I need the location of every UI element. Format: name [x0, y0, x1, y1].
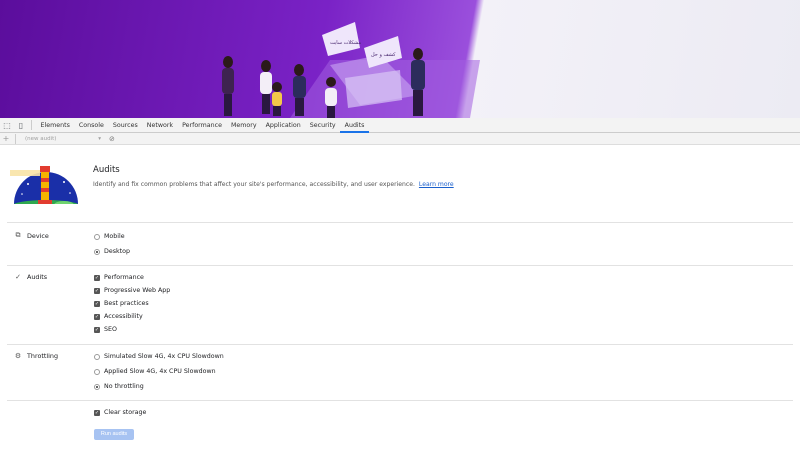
audits-title: Audits: [93, 165, 120, 175]
tab-separator: [31, 120, 32, 130]
audits-toolbar: + (new audit) ▾ ⊘: [0, 133, 800, 145]
run-audits-button[interactable]: Run audits: [94, 429, 134, 440]
radio-mobile[interactable]: [94, 233, 100, 240]
hero-illustration: ﻣﺸﮑﻼﺕ ﺳﺎﯾﺖ ﮐﺸﻒ ﻭ ﺣﻞ: [222, 22, 480, 118]
throttling-option-applied[interactable]: Applied Slow 4G, 4x CPU Slowdown: [94, 368, 216, 375]
audit-option-label: Performance: [104, 274, 144, 281]
checkmark-icon: ✓: [15, 273, 21, 281]
divider: [7, 265, 793, 266]
device-toolbar-icon[interactable]: ▯: [14, 118, 28, 132]
device-label: Device: [27, 231, 49, 240]
clear-storage-label: Clear storage: [104, 409, 147, 416]
throttling-section-label: ⚙ Throttling: [13, 352, 58, 360]
throttling-option-simulated[interactable]: Simulated Slow 4G, 4x CPU Slowdown: [94, 353, 224, 360]
device-option-desktop[interactable]: Desktop: [94, 248, 130, 255]
device-option-label: Desktop: [104, 248, 130, 255]
lighthouse-logo: [10, 166, 78, 204]
checkbox-accessibility[interactable]: ✓: [94, 313, 100, 320]
divider: [7, 222, 793, 223]
toolbar-separator: [15, 133, 16, 144]
checkbox-seo[interactable]: ✓: [94, 326, 100, 333]
device-option-mobile[interactable]: Mobile: [94, 233, 125, 240]
audit-option-performance[interactable]: ✓ Performance: [94, 274, 144, 281]
device-option-label: Mobile: [104, 233, 125, 240]
tab-sources[interactable]: Sources: [108, 118, 142, 133]
device-icon: ⧉: [15, 231, 21, 239]
tab-console[interactable]: Console: [74, 118, 108, 133]
dropdown-arrow-icon: ▾: [98, 135, 101, 142]
audits-label: Audits: [27, 273, 48, 281]
throttling-option-label: Applied Slow 4G, 4x CPU Slowdown: [104, 368, 216, 375]
audit-option-label: SEO: [104, 326, 117, 333]
audit-option-accessibility[interactable]: ✓ Accessibility: [94, 313, 143, 320]
throttling-option-label: Simulated Slow 4G, 4x CPU Slowdown: [104, 353, 224, 360]
checkbox-clear-storage[interactable]: ✓: [94, 409, 100, 416]
tab-performance[interactable]: Performance: [178, 118, 227, 133]
throttling-option-none[interactable]: No throttling: [94, 383, 144, 390]
audit-select-value: (new audit): [25, 135, 57, 142]
clear-block-icon[interactable]: ⊘: [109, 135, 115, 143]
tab-application[interactable]: Application: [261, 118, 305, 133]
radio-simulated[interactable]: [94, 353, 100, 360]
audit-option-label: Best practices: [104, 300, 149, 307]
radio-no-throttling[interactable]: [94, 383, 100, 390]
device-section-label: ⧉ Device: [13, 231, 49, 240]
devtools-tab-bar: ⬚ ▯ Elements Console Sources Network Per…: [0, 118, 800, 133]
checkbox-performance[interactable]: ✓: [94, 274, 100, 281]
bubble-right-text: ﮐﺸﻒ ﻭ ﺣﻞ: [371, 52, 396, 58]
tab-network[interactable]: Network: [142, 118, 177, 133]
audit-option-best-practices[interactable]: ✓ Best practices: [94, 300, 149, 307]
new-audit-plus-icon[interactable]: +: [0, 134, 12, 143]
audit-select[interactable]: (new audit) ▾: [25, 136, 101, 142]
audit-option-seo[interactable]: ✓ SEO: [94, 326, 117, 333]
tab-security[interactable]: Security: [305, 118, 340, 133]
tab-memory[interactable]: Memory: [226, 118, 261, 133]
learn-more-link[interactable]: Learn more: [419, 181, 454, 188]
audits-description: Identify and fix common problems that af…: [93, 181, 454, 188]
throttling-option-label: No throttling: [104, 383, 144, 390]
throttling-label: Throttling: [27, 352, 59, 360]
audit-option-label: Progressive Web App: [104, 287, 171, 294]
radio-desktop[interactable]: [94, 248, 100, 255]
audits-section-label: ✓ Audits: [13, 273, 47, 281]
tab-elements[interactable]: Elements: [36, 118, 74, 133]
radio-applied[interactable]: [94, 368, 100, 375]
gear-icon: ⚙: [14, 352, 22, 360]
checkbox-pwa[interactable]: ✓: [94, 287, 100, 294]
audit-option-pwa[interactable]: ✓ Progressive Web App: [94, 287, 170, 294]
clear-storage-option[interactable]: ✓ Clear storage: [94, 409, 146, 416]
checkbox-best-practices[interactable]: ✓: [94, 300, 100, 307]
audit-option-label: Accessibility: [104, 313, 143, 320]
description-text: Identify and fix common problems that af…: [93, 181, 415, 188]
hero-banner: ﻣﺸﮑﻼﺕ ﺳﺎﯾﺖ ﮐﺸﻒ ﻭ ﺣﻞ: [0, 0, 800, 118]
inspect-element-icon[interactable]: ⬚: [0, 118, 14, 132]
tab-audits[interactable]: Audits: [340, 118, 369, 133]
bubble-left-text: ﻣﺸﮑﻼﺕ ﺳﺎﯾﺖ: [330, 40, 362, 46]
divider: [7, 400, 793, 401]
divider: [7, 344, 793, 345]
